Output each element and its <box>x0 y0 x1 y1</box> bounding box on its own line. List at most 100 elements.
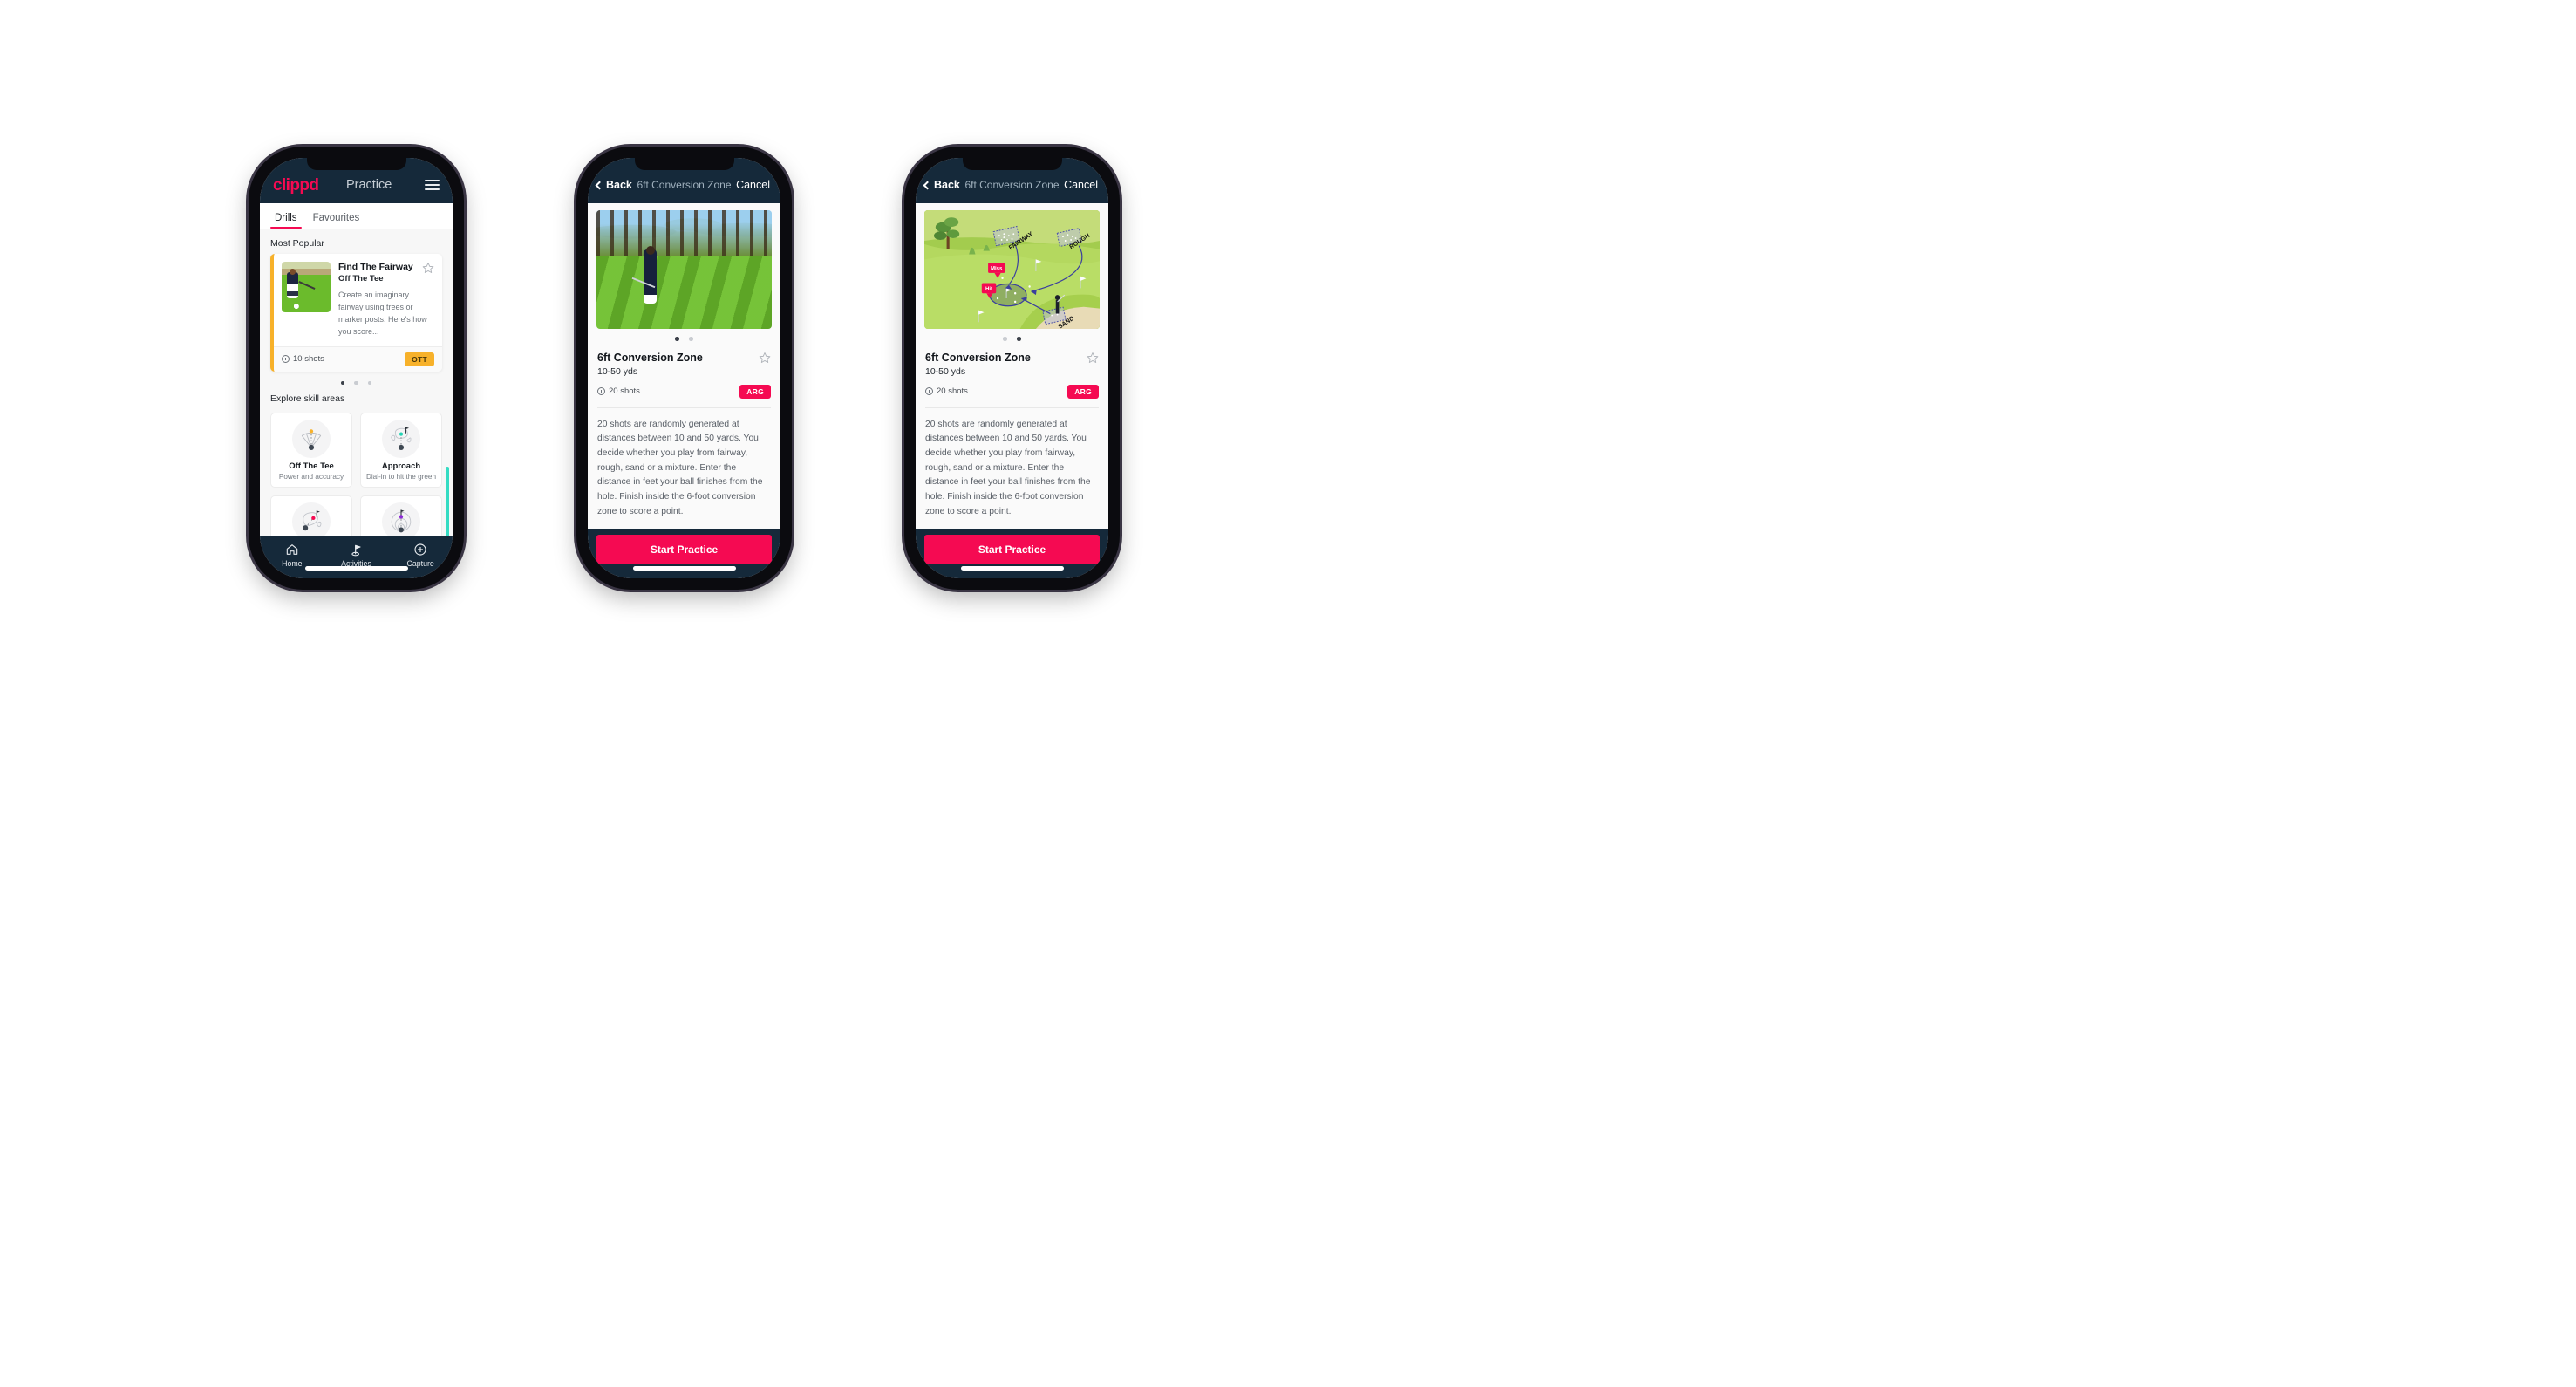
svg-text:Miss: Miss <box>991 265 1003 271</box>
chevron-left-icon <box>923 181 932 189</box>
back-button[interactable]: Back <box>595 179 632 191</box>
hero-course-diagram[interactable]: FAIRWAY ROUGH SAND Miss Hit <box>924 210 1100 329</box>
drill-description: Create an imaginary fairway using trees … <box>338 290 427 336</box>
detail-title-row: 6ft Conversion Zone <box>916 352 1108 364</box>
carousel-dots[interactable] <box>588 329 780 341</box>
drill-title: Find The Fairway <box>338 262 413 272</box>
page-title: Practice <box>345 178 392 192</box>
detail-title: 6ft Conversion Zone <box>925 351 1031 364</box>
putting-rings-icon <box>382 502 420 536</box>
nav-label: Capture <box>406 559 434 568</box>
drill-shots: 10 shots <box>282 354 324 364</box>
back-label: Back <box>606 179 632 191</box>
hero-photo[interactable] <box>596 210 772 329</box>
detail-title-row: 6ft Conversion Zone <box>588 352 780 364</box>
skill-name: Approach <box>381 461 421 472</box>
bottom-nav: Home Activities Capture <box>260 536 453 578</box>
cancel-button[interactable]: Cancel <box>736 179 770 191</box>
home-indicator <box>632 566 736 571</box>
detail-description: 20 shots are randomly generated at dista… <box>925 419 1091 516</box>
phone2-screen: Back 6ft Conversion Zone Cancel 6ft Conv… <box>588 158 780 578</box>
detail-shots-label: 20 shots <box>937 386 968 397</box>
skill-card-off-the-tee[interactable]: Off The Tee Power and accuracy <box>270 413 352 489</box>
back-label: Back <box>934 179 960 191</box>
approach-green-icon <box>382 420 420 459</box>
nav-label: Home <box>282 559 303 568</box>
tab-bar: Drills Favourites <box>260 203 453 229</box>
skill-card-approach[interactable]: Approach Dial-in to hit the green <box>360 413 442 489</box>
carousel-dot-3[interactable] <box>367 380 372 386</box>
phone-mockup-practice-list: clippd Practice Drills Favourites Most P… <box>249 147 464 590</box>
drill-category: Off The Tee <box>338 274 384 284</box>
chevron-left-icon <box>595 181 604 189</box>
detail-distance: 10-50 yds <box>925 366 966 377</box>
detail-shots: 20 shots <box>597 386 640 396</box>
tab-drills[interactable]: Drills <box>267 213 305 229</box>
skill-name: Off The Tee <box>289 461 334 472</box>
svg-text:Hit: Hit <box>985 286 992 292</box>
tee-shot-fan-icon <box>292 420 331 459</box>
drill-card-footer: 10 shots OTT <box>274 345 442 372</box>
section-most-popular-label: Most Popular <box>270 238 324 249</box>
phone3-screen: Back 6ft Conversion Zone Cancel FAIRWAY … <box>916 158 1108 578</box>
carousel-dot-1[interactable] <box>340 380 345 386</box>
detail-shots: 20 shots <box>925 386 968 396</box>
detail-title: 6ft Conversion Zone <box>597 351 703 364</box>
skill-card-around-the-green[interactable]: Around The Green Hone your short game <box>270 495 352 536</box>
start-practice-button[interactable]: Start Practice <box>596 535 772 564</box>
drill-card[interactable]: Find The Fairway Off The Tee Create an i… <box>270 254 442 372</box>
drill-badge: OTT <box>405 352 434 366</box>
drill-card-top: Find The Fairway Off The Tee Create an i… <box>274 254 442 346</box>
drill-thumbnail <box>282 262 331 312</box>
detail-badge: ARG <box>1067 384 1099 399</box>
clock-icon <box>597 387 605 396</box>
screenshot-stage: clippd Practice Drills Favourites Most P… <box>0 0 2576 1387</box>
nav-item-home[interactable]: Home <box>260 543 324 568</box>
carousel-dot-2[interactable] <box>1017 337 1021 341</box>
clock-icon <box>282 355 290 364</box>
back-button[interactable]: Back <box>923 179 960 191</box>
cta-container: Start Practice <box>588 529 780 578</box>
clippd-logo: clippd <box>273 175 319 195</box>
star-outline-icon[interactable] <box>759 352 771 364</box>
nav-title: 6ft Conversion Zone <box>637 179 732 191</box>
start-practice-button[interactable]: Start Practice <box>924 535 1100 564</box>
nav-item-capture[interactable]: Capture <box>388 543 453 568</box>
notch <box>634 158 734 170</box>
detail-distance: 10-50 yds <box>597 366 638 377</box>
star-outline-icon[interactable] <box>422 262 434 274</box>
detail-meta: 20 shots ARG <box>588 384 780 399</box>
detail-badge: ARG <box>739 384 771 399</box>
carousel-dots[interactable] <box>916 329 1108 341</box>
section-skill-areas-label: Explore skill areas <box>270 393 345 405</box>
notch <box>306 158 406 170</box>
cta-container: Start Practice <box>916 529 1108 578</box>
skill-area-grid: Off The Tee Power and accuracy Approach … <box>260 409 453 536</box>
around-green-icon <box>292 502 331 536</box>
drill-detail: 6ft Conversion Zone 10-50 yds 20 shots A… <box>588 203 780 529</box>
carousel-dot-1[interactable] <box>1003 337 1007 341</box>
detail-meta: 20 shots ARG <box>916 384 1108 399</box>
drill-shots-label: 10 shots <box>293 354 324 365</box>
drill-text-block: Find The Fairway Off The Tee Create an i… <box>338 262 434 338</box>
skill-card-putting[interactable]: Putting Make and lag practice <box>360 495 442 536</box>
carousel-dot-2[interactable] <box>689 337 693 341</box>
phone1-screen: clippd Practice Drills Favourites Most P… <box>260 158 453 578</box>
clock-icon <box>925 387 933 396</box>
carousel-dot-2[interactable] <box>354 380 358 386</box>
phone-mockup-drill-detail-diagram: Back 6ft Conversion Zone Cancel FAIRWAY … <box>904 147 1120 590</box>
detail-shots-label: 20 shots <box>609 386 640 397</box>
nav-title: 6ft Conversion Zone <box>964 179 1060 191</box>
carousel-dot-1[interactable] <box>675 337 679 341</box>
home-indicator <box>960 566 1064 571</box>
nav-item-activities[interactable]: Activities <box>324 543 389 568</box>
cancel-button[interactable]: Cancel <box>1064 179 1098 191</box>
tab-favourites[interactable]: Favourites <box>305 213 368 229</box>
drill-detail: FAIRWAY ROUGH SAND Miss Hit 6ft Conversi… <box>916 203 1108 529</box>
home-indicator <box>304 566 408 571</box>
detail-description: 20 shots are randomly generated at dista… <box>597 419 763 516</box>
carousel-dots[interactable] <box>260 372 453 391</box>
star-outline-icon[interactable] <box>1087 352 1099 364</box>
skill-desc: Dial-in to hit the green <box>365 473 437 482</box>
hamburger-menu-icon[interactable] <box>425 179 440 191</box>
